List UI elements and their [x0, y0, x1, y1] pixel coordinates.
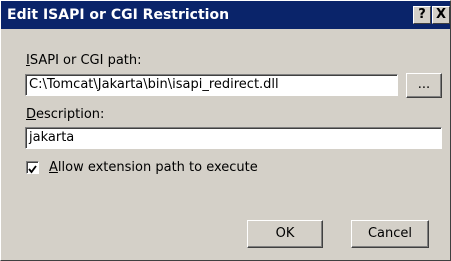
- browse-label: ...: [417, 77, 431, 92]
- allow-execute-checkbox[interactable]: [26, 161, 39, 174]
- description-label: Description:: [26, 107, 104, 122]
- allow-execute-label-accel: A: [49, 160, 58, 175]
- title-bar[interactable]: Edit ISAPI or CGI Restriction ? X: [1, 1, 450, 29]
- path-label: ISAPI or CGI path:: [26, 53, 142, 68]
- description-label-accel: D: [26, 107, 37, 122]
- browse-button[interactable]: ...: [406, 73, 442, 98]
- path-label-rest: SAPI or CGI path:: [29, 53, 142, 68]
- help-icon: ?: [418, 7, 426, 22]
- path-input[interactable]: C:\Tomcat\Jakarta\bin\isapi_redirect.dll: [25, 74, 398, 96]
- ok-button[interactable]: OK: [247, 220, 323, 248]
- dialog-title: Edit ISAPI or CGI Restriction: [7, 7, 230, 23]
- description-input[interactable]: jakarta: [25, 127, 442, 149]
- allow-execute-label[interactable]: Allow extension path to execute: [49, 160, 258, 175]
- help-button[interactable]: ?: [413, 6, 431, 24]
- cancel-label: Cancel: [367, 226, 413, 241]
- description-label-rest: escription:: [36, 107, 105, 122]
- dialog-window: Edit ISAPI or CGI Restriction ? X ISAPI …: [0, 0, 451, 261]
- close-icon: X: [435, 7, 447, 22]
- close-button[interactable]: X: [432, 6, 450, 24]
- cancel-button[interactable]: Cancel: [351, 220, 429, 248]
- ok-label: OK: [275, 226, 295, 241]
- allow-execute-label-rest: llow extension path to execute: [57, 160, 258, 175]
- checkmark-icon: [28, 165, 37, 174]
